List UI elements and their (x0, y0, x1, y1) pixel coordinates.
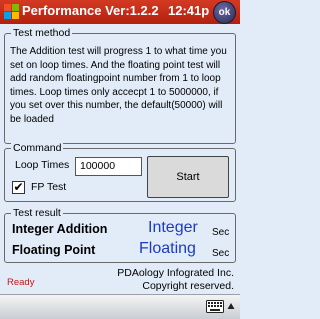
company-name: PDAology Infograted Inc. (117, 267, 234, 279)
loop-times-label: Loop Times (15, 159, 70, 171)
integer-addition-label: Integer Addition (12, 222, 108, 236)
copyright-text: Copyright reserved. (142, 280, 234, 292)
bottom-menu-bar (0, 294, 240, 319)
fp-test-label[interactable]: FP Test (31, 181, 66, 193)
windows-start-icon[interactable] (3, 3, 20, 20)
test-method-group: Test method The Addition test will progr… (4, 27, 236, 144)
clock[interactable]: 12:41p (168, 3, 209, 18)
command-legend: Command (11, 142, 64, 154)
integer-result-value: Integer (148, 219, 198, 236)
integer-unit: Sec (212, 227, 230, 238)
floating-unit: Sec (212, 248, 230, 259)
loop-times-input[interactable]: 100000 (75, 157, 142, 176)
floating-point-label: Floating Point (12, 243, 96, 257)
status-text: Ready (7, 277, 35, 288)
fp-test-checkbox[interactable]: ✔ (12, 181, 25, 194)
test-method-description: The Addition test will progress 1 to wha… (10, 46, 227, 125)
title-bar: Performance Ver:1.2.2 12:41p ok (0, 0, 240, 24)
triangle-up-icon[interactable] (227, 302, 235, 310)
floating-result-value: Floating (139, 240, 196, 257)
ok-button[interactable]: ok (213, 1, 236, 24)
test-method-legend: Test method (11, 27, 73, 39)
start-button[interactable]: Start (147, 156, 229, 198)
test-result-legend: Test result (11, 207, 63, 219)
app-title: Performance Ver:1.2.2 (22, 3, 159, 18)
keyboard-icon[interactable] (206, 300, 224, 313)
